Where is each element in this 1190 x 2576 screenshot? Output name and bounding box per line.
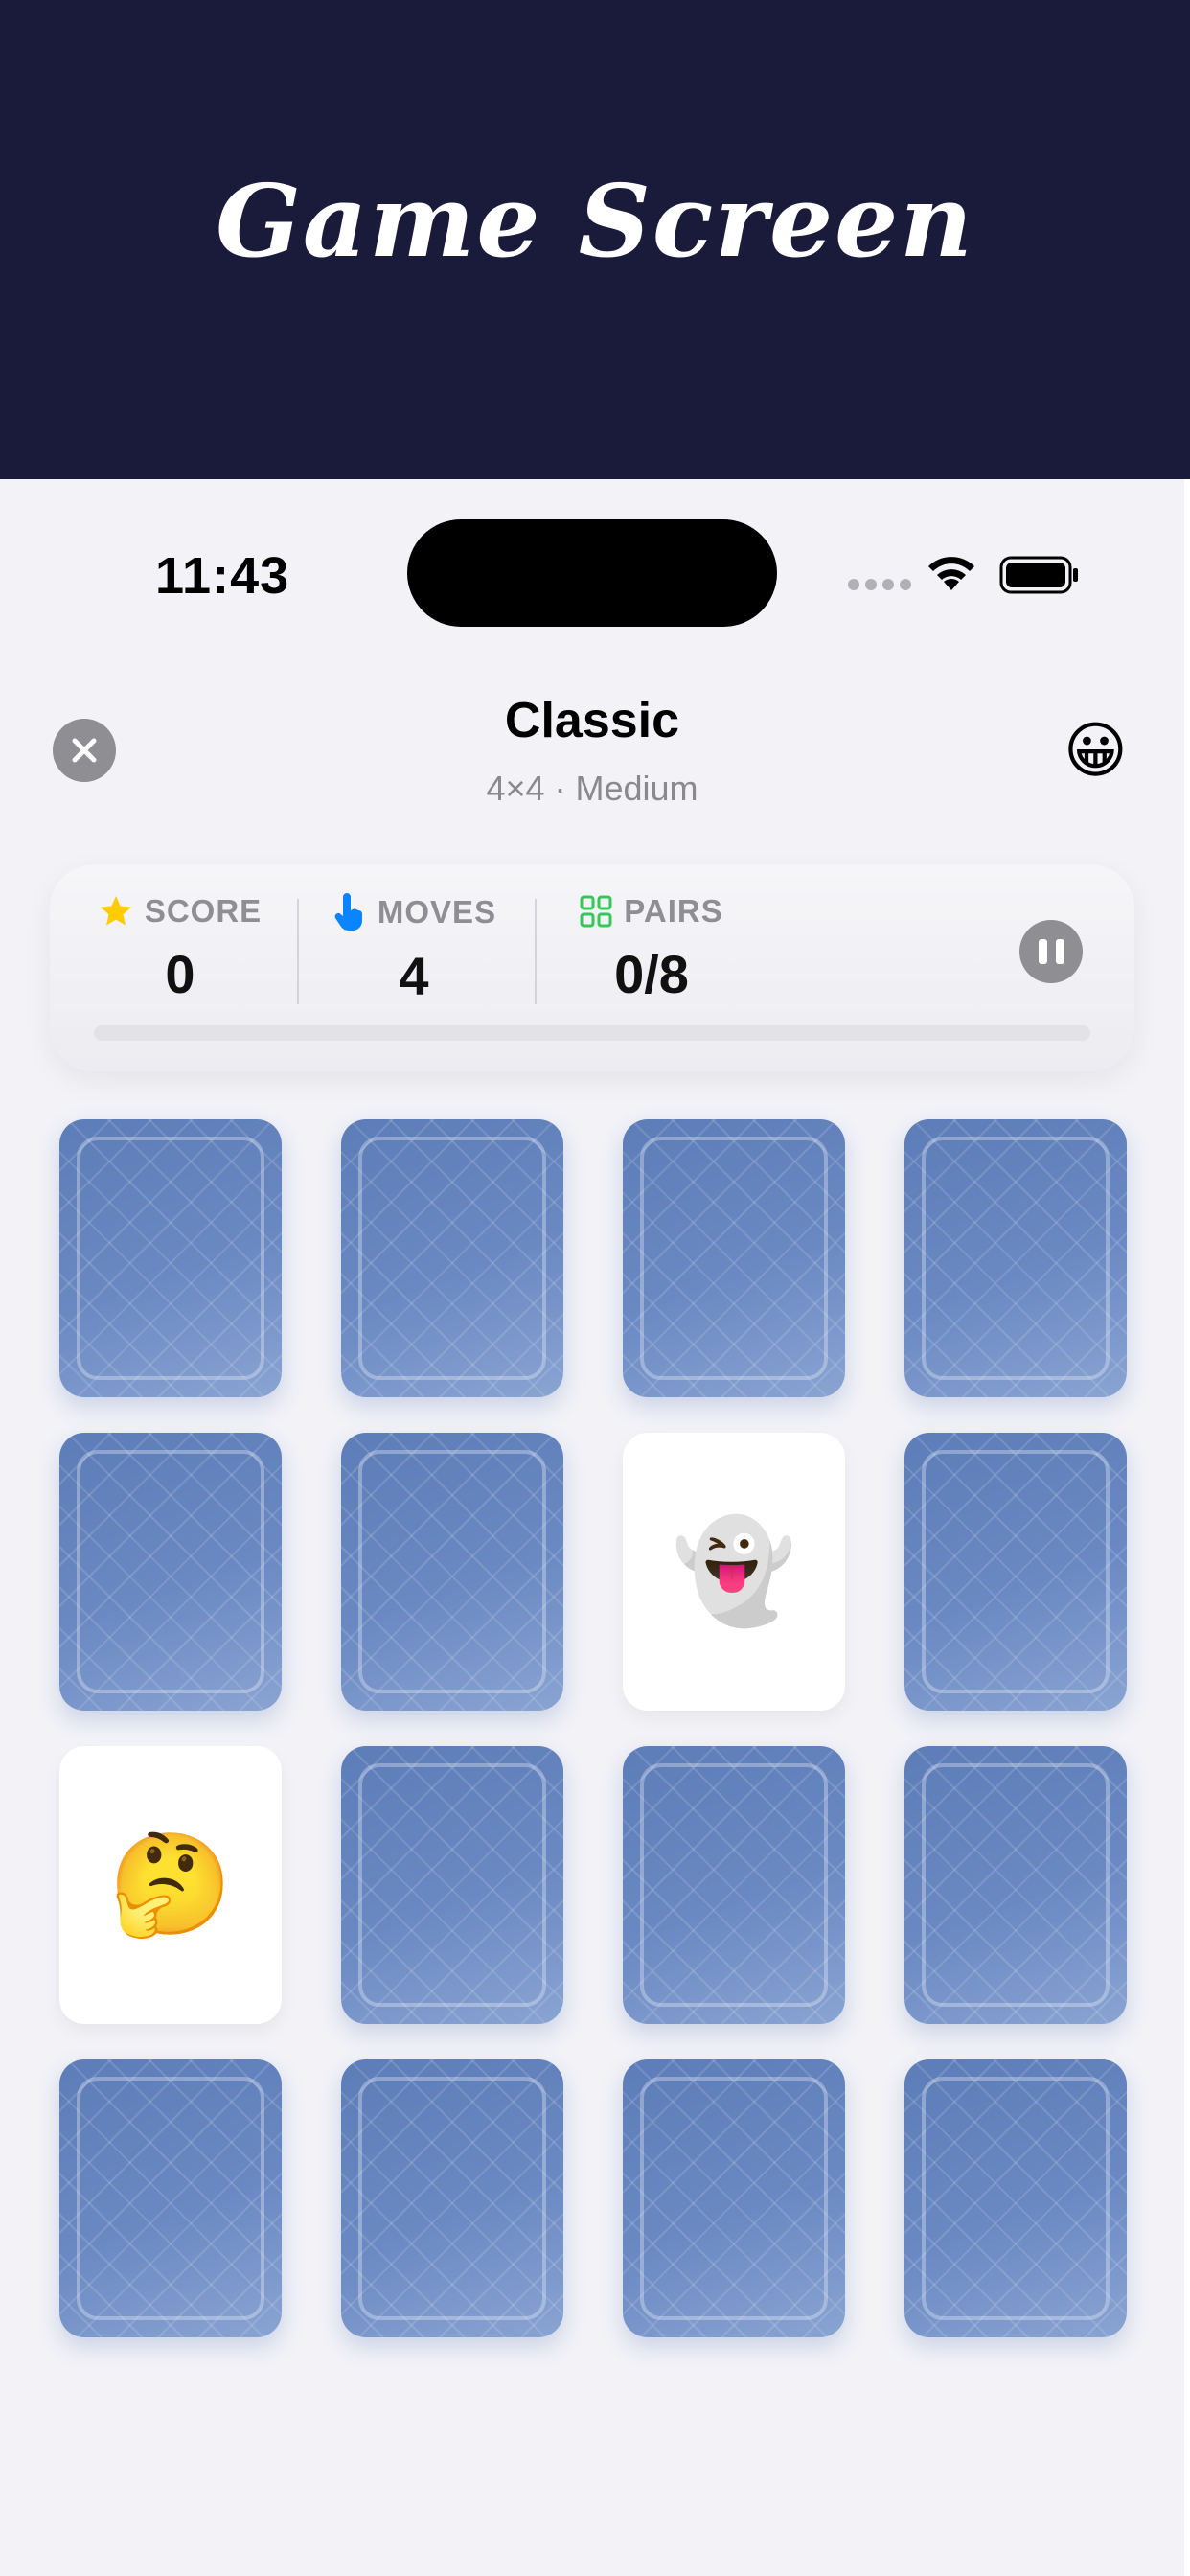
score-value: 0: [165, 944, 195, 1004]
wifi-icon: [925, 554, 978, 599]
stat-divider: [535, 899, 537, 1004]
cellular-signal-icon: [848, 579, 911, 590]
memory-card-hidden[interactable]: [341, 1746, 563, 2024]
stats-panel: SCORE 0 MOVES 4 PAIRS 0/8: [50, 864, 1134, 1071]
memory-card-hidden[interactable]: [904, 1746, 1127, 2024]
game-mode-title: Classic: [504, 693, 680, 748]
memory-card-hidden[interactable]: [623, 1119, 845, 1397]
memory-card-hidden[interactable]: [904, 1119, 1127, 1397]
memory-card-revealed[interactable]: 👻: [623, 1433, 845, 1711]
dynamic-island: [407, 519, 777, 627]
memory-card-hidden[interactable]: [623, 2059, 845, 2337]
pairs-label: PAIRS: [624, 893, 723, 929]
memory-card-hidden[interactable]: [904, 1433, 1127, 1711]
moves-stat: MOVES 4: [328, 893, 500, 1007]
battery-icon: [999, 556, 1082, 599]
moves-label: MOVES: [377, 894, 497, 930]
card-emoji: 🤔: [108, 1828, 233, 1941]
stat-divider: [297, 899, 299, 1004]
mood-emoji-button[interactable]: 😀: [1064, 717, 1128, 784]
banner-title: Game Screen: [216, 161, 974, 280]
pairs-stat: PAIRS 0/8: [565, 893, 738, 1005]
memory-card-hidden[interactable]: [59, 2059, 282, 2337]
moves-value: 4: [399, 946, 429, 1006]
pairs-value: 0/8: [614, 944, 689, 1004]
pause-button[interactable]: [1019, 920, 1083, 983]
memory-card-revealed[interactable]: 🤔: [59, 1746, 282, 2024]
screen-edge: [1184, 479, 1190, 2576]
pause-icon: [1038, 939, 1047, 964]
memory-card-hidden[interactable]: [341, 1433, 563, 1711]
hand-tap-icon: [334, 893, 362, 931]
star-icon: [100, 896, 131, 926]
score-stat: SCORE 0: [94, 893, 266, 1005]
score-label: SCORE: [144, 893, 263, 929]
memory-card-hidden[interactable]: [341, 2059, 563, 2337]
title-banner: Game Screen: [0, 0, 1190, 479]
memory-card-hidden[interactable]: [59, 1119, 282, 1397]
memory-card-hidden[interactable]: [623, 1746, 845, 2024]
card-emoji: 👻: [672, 1515, 796, 1627]
status-time: 11:43: [155, 547, 290, 605]
memory-card-hidden[interactable]: [341, 1119, 563, 1397]
memory-card-hidden[interactable]: [59, 1433, 282, 1711]
game-mode-subtitle: 4×4 · Medium: [486, 769, 698, 808]
phone-screen: 11:43 Classic 4×4 · Medium 😀 SCORE 0 MOV…: [0, 479, 1184, 2576]
memory-card-hidden[interactable]: [904, 2059, 1127, 2337]
grid-icon: [580, 895, 612, 928]
pairs-progress-bar: [94, 1025, 1090, 1041]
